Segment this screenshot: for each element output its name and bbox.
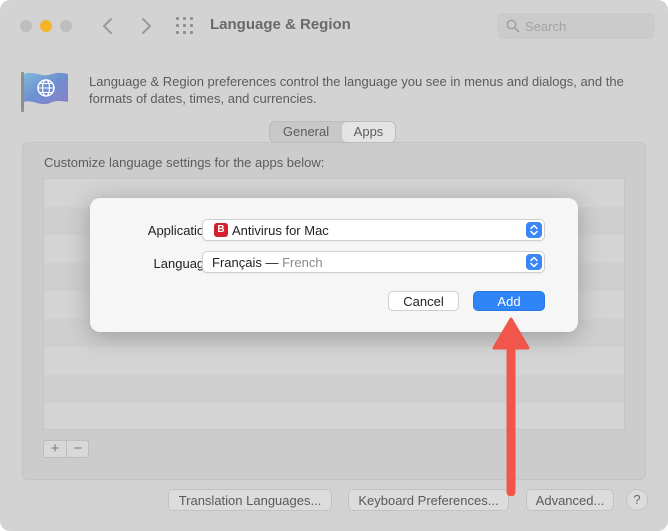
- search-icon: [506, 19, 520, 33]
- back-button[interactable]: [96, 14, 120, 38]
- zoom-button[interactable]: [60, 20, 72, 32]
- updown-chevron-icon: [526, 254, 542, 270]
- chevron-right-icon: [142, 18, 151, 34]
- tab-bar: General Apps: [269, 121, 396, 143]
- application-label: Application:: [147, 223, 215, 238]
- description-text: Language & Region preferences control th…: [89, 74, 624, 106]
- help-button[interactable]: ?: [626, 489, 648, 511]
- tab-apps[interactable]: Apps: [342, 122, 395, 142]
- add-button[interactable]: Add: [473, 291, 545, 311]
- advanced-button[interactable]: Advanced...: [526, 489, 614, 511]
- tab-general[interactable]: General: [270, 122, 342, 142]
- apps-instruction: Customize language settings for the apps…: [44, 155, 325, 170]
- language-value: Français — French: [212, 255, 323, 270]
- add-app-button[interactable]: +: [44, 440, 67, 458]
- application-popup[interactable]: B Antivirus for Mac: [202, 219, 545, 241]
- annotation-arrow-icon: [492, 317, 530, 496]
- language-popup[interactable]: Français — French: [202, 251, 545, 273]
- forward-button[interactable]: [134, 14, 158, 38]
- remove-app-button[interactable]: −: [67, 440, 89, 458]
- minimize-button[interactable]: [40, 20, 52, 32]
- app-icon: B: [214, 223, 228, 237]
- language-native: Français —: [212, 255, 279, 270]
- add-remove-control: + −: [43, 440, 89, 458]
- search-field[interactable]: Search: [497, 13, 655, 39]
- preferences-window: Language & Region Search Language & Regi…: [0, 0, 668, 531]
- title-bar: Language & Region Search: [0, 0, 668, 52]
- list-row: [44, 375, 624, 403]
- window-title: Language & Region: [210, 16, 351, 33]
- application-value: Antivirus for Mac: [232, 223, 329, 238]
- translation-languages-button[interactable]: Translation Languages...: [168, 489, 332, 511]
- keyboard-preferences-button[interactable]: Keyboard Preferences...: [348, 489, 509, 511]
- list-row: [44, 347, 624, 375]
- grid-icon[interactable]: [176, 17, 194, 35]
- language-english: French: [282, 255, 323, 270]
- language-label: Language:: [153, 256, 215, 271]
- add-app-dialog: Application: B Antivirus for Mac Languag…: [90, 198, 578, 332]
- search-placeholder: Search: [525, 19, 567, 34]
- close-button[interactable]: [20, 20, 32, 32]
- updown-chevron-icon: [526, 222, 542, 238]
- cancel-button[interactable]: Cancel: [388, 291, 459, 311]
- flag-globe-icon: [21, 72, 68, 112]
- chevron-left-icon: [103, 18, 112, 34]
